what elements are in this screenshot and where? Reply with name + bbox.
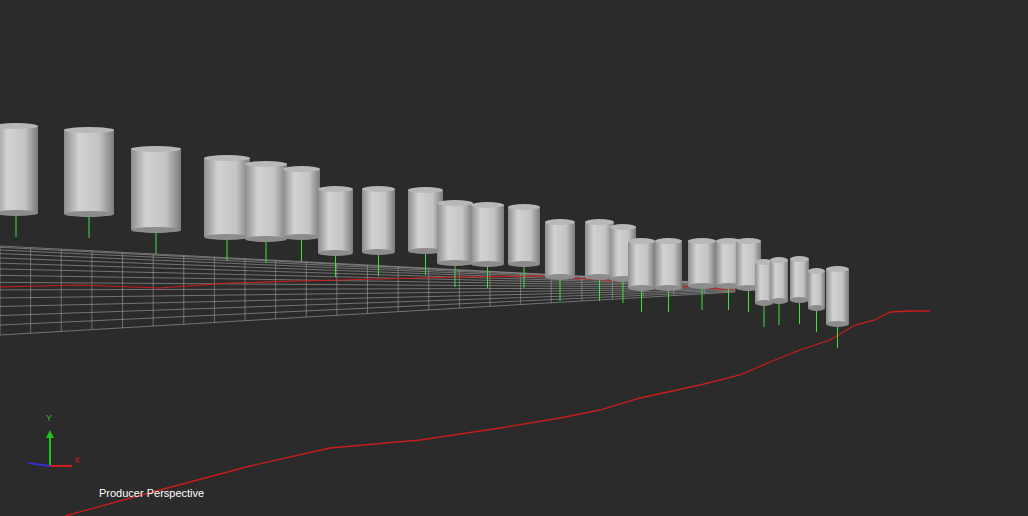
axis-label: X xyxy=(74,456,80,465)
cylinder[interactable] xyxy=(508,204,540,288)
cylinder[interactable] xyxy=(628,238,655,312)
cylinder[interactable] xyxy=(770,257,788,325)
axis-gizmo-icon xyxy=(28,430,72,466)
cylinder[interactable] xyxy=(283,166,320,261)
cylinder[interactable] xyxy=(204,155,250,261)
cylinder[interactable] xyxy=(688,238,716,310)
cylinder[interactable] xyxy=(808,268,825,332)
scene xyxy=(0,0,1028,516)
red-curve xyxy=(65,311,930,516)
cylinder[interactable] xyxy=(318,186,353,277)
cylinder[interactable] xyxy=(585,219,614,301)
cylinder[interactable] xyxy=(545,219,575,301)
cylinder[interactable] xyxy=(437,200,473,287)
cylinder[interactable] xyxy=(245,161,287,263)
cylinder[interactable] xyxy=(790,256,809,324)
cylinder[interactable] xyxy=(131,146,181,254)
axis-label: Y xyxy=(46,414,52,423)
cylinder[interactable] xyxy=(0,123,38,237)
cylinder[interactable] xyxy=(64,127,114,238)
cylinder[interactable] xyxy=(826,266,849,348)
cylinder[interactable] xyxy=(471,202,504,288)
cylinder[interactable] xyxy=(655,238,682,312)
curve-on-grid xyxy=(0,276,735,290)
viewport[interactable]: Y X Producer Perspective xyxy=(0,0,1028,516)
camera-label: Producer Perspective xyxy=(99,487,204,501)
cylinder[interactable] xyxy=(362,186,395,276)
